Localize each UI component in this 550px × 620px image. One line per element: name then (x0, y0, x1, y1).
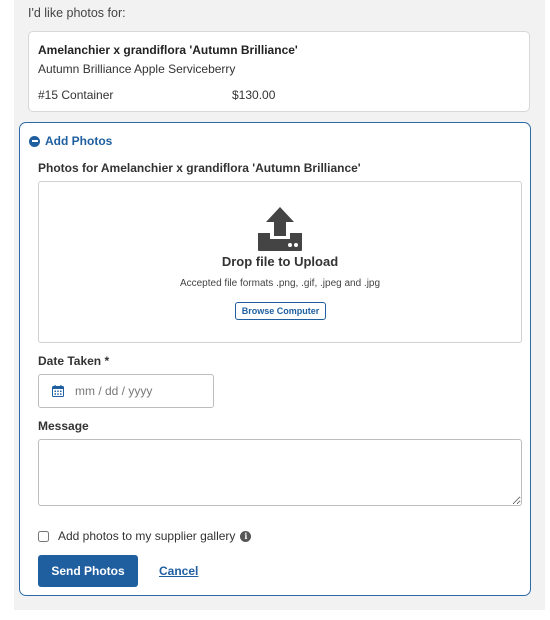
plant-price: $130.00 (232, 88, 276, 102)
date-taken-field[interactable] (38, 374, 214, 408)
upload-dropzone[interactable]: Drop file to Upload Accepted file format… (38, 181, 522, 343)
add-photos-toggle[interactable]: Add Photos (29, 134, 112, 148)
upload-icon (258, 207, 302, 251)
supplier-gallery-checkbox[interactable] (38, 530, 49, 542)
plant-botanical-name: Amelanchier x grandiflora 'Autumn Brilli… (38, 43, 298, 57)
add-photos-toggle-label: Add Photos (45, 134, 113, 148)
message-textarea[interactable] (38, 439, 522, 506)
date-taken-label: Date Taken * (38, 354, 110, 368)
date-taken-input[interactable] (75, 384, 185, 398)
add-photos-card: Add Photos Photos for Amelanchier x gran… (19, 122, 531, 596)
photos-for-heading: Photos for Amelanchier x grandiflora 'Au… (38, 161, 361, 175)
plant-common-name: Autumn Brilliance Apple Serviceberry (38, 62, 236, 76)
plant-summary-card: Amelanchier x grandiflora 'Autumn Brilli… (28, 31, 530, 112)
calendar-icon (52, 385, 64, 397)
cancel-link[interactable]: Cancel (159, 564, 198, 578)
accepted-formats-text: Accepted file formats .png, .gif, .jpeg … (179, 278, 381, 289)
supplier-gallery-option[interactable]: Add photos to my supplier gallery i (38, 529, 252, 543)
send-photos-button[interactable]: Send Photos (38, 555, 138, 587)
info-icon[interactable]: i (240, 530, 252, 542)
plant-size: #15 Container (38, 88, 114, 102)
message-label: Message (38, 419, 89, 433)
supplier-gallery-label: Add photos to my supplier gallery (58, 529, 236, 543)
browse-computer-button[interactable]: Browse Computer (235, 302, 326, 320)
minus-circle-icon (29, 135, 40, 147)
intro-text: I'd like photos for: (28, 6, 126, 20)
dropzone-title: Drop file to Upload (221, 254, 339, 269)
